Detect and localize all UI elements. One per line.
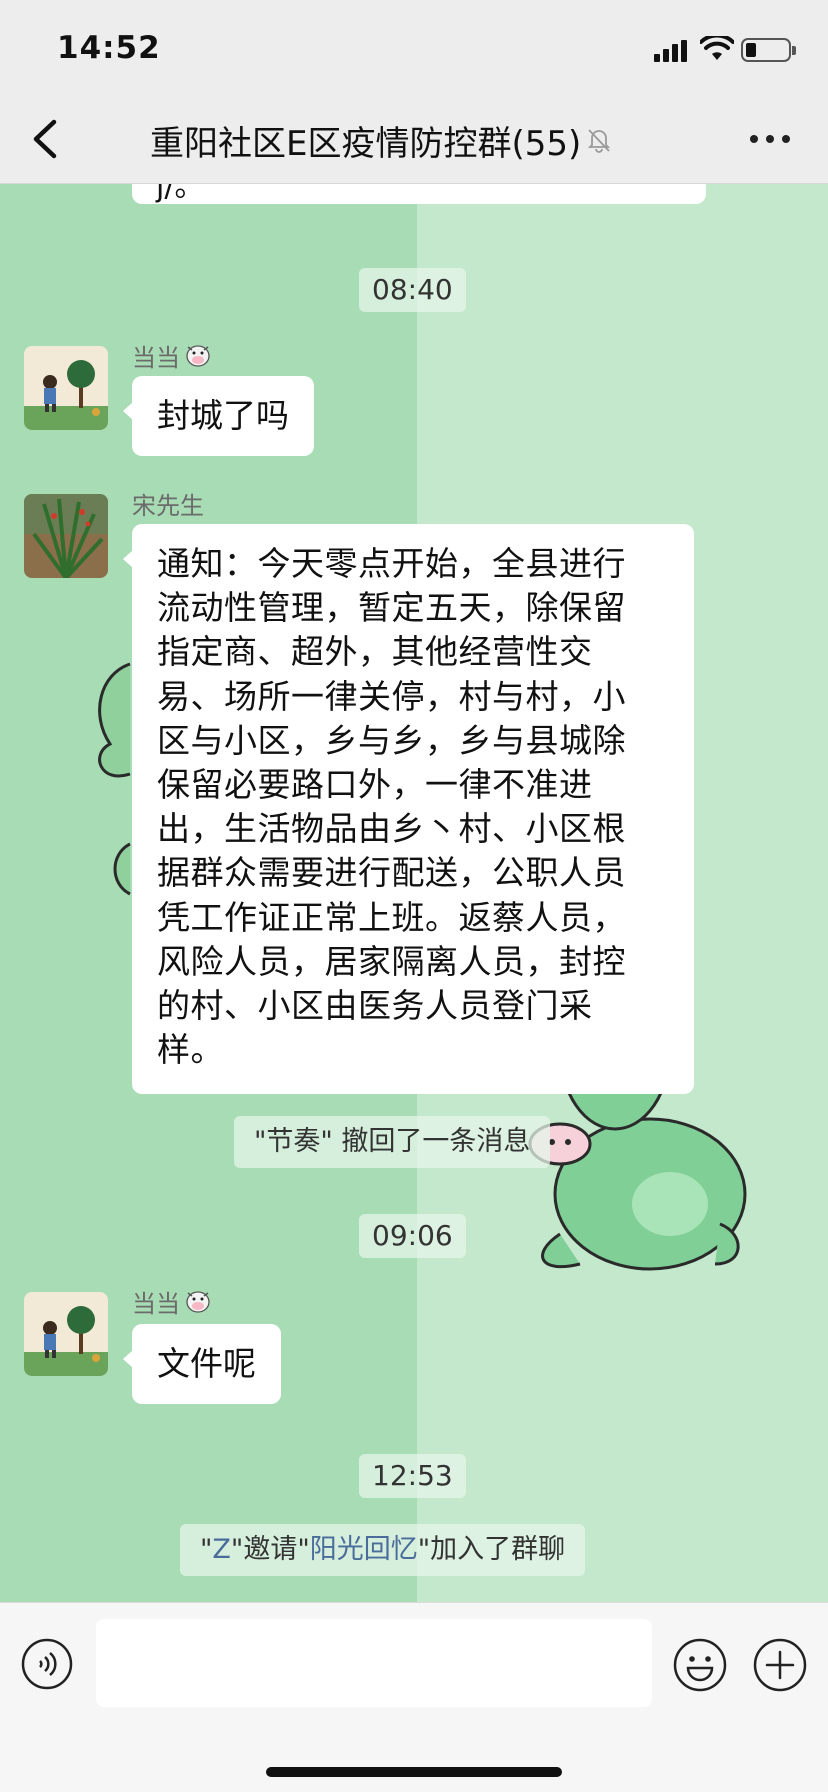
more-options-icon[interactable]	[748, 126, 792, 150]
status-bar: 14:52	[0, 0, 828, 96]
avatar-plant-photo-icon	[24, 494, 108, 578]
plus-icon[interactable]	[752, 1637, 808, 1693]
message-line: 易、场所一律关停，村与村，小	[157, 676, 626, 716]
voice-input-icon[interactable]	[20, 1637, 74, 1691]
chat-title-area[interactable]: 重阳社区E区疫情防控群(55)	[150, 118, 690, 164]
home-indicator[interactable]	[266, 1767, 562, 1777]
message-bubble[interactable]: 封城了吗	[123, 376, 314, 456]
message-line: 流动性管理，暂定五天，除保留	[157, 588, 626, 628]
sender-label: 当当	[132, 344, 180, 372]
cellular-signal-icon	[654, 40, 688, 62]
system-message-invite: "Z"邀请"阳光回忆"加入了群聊	[180, 1524, 586, 1576]
cow-icon	[186, 1290, 210, 1313]
avatar[interactable]	[24, 346, 108, 430]
message-line: 样。	[157, 1030, 224, 1070]
message-line: 凭工作证正常上班。返蔡人员，	[157, 897, 626, 937]
avatar[interactable]	[24, 494, 108, 578]
message-line: 指定商、超外，其他经营性交	[157, 632, 593, 672]
message-line: 的村、小区由医务人员登门采	[157, 986, 593, 1026]
nav-bar: 重阳社区E区疫情防控群(55)	[0, 96, 828, 184]
message-bubble-partial: j/。	[132, 184, 706, 204]
inviter-link[interactable]: Z	[212, 1534, 231, 1565]
sender-name: 当当	[132, 1284, 212, 1319]
back-chevron-icon[interactable]	[26, 114, 66, 164]
message-line: 通知：今天零点开始，全县进行	[157, 544, 626, 583]
sender-name: 当当	[132, 338, 212, 373]
invitee-link[interactable]: 阳光回忆	[310, 1534, 418, 1565]
timestamp: 08:40	[359, 268, 466, 312]
sender-label: 宋先生	[132, 492, 204, 520]
chat-title: 重阳社区E区疫情防控群(55)	[150, 123, 582, 164]
avatar-boy-tree-icon	[24, 1292, 108, 1376]
timestamp: 12:53	[359, 1454, 466, 1498]
mute-bell-icon	[588, 129, 611, 153]
sender-label: 当当	[132, 1290, 180, 1318]
message-bubble[interactable]: 通知：今天零点开始，全县进行 流动性管理，暂定五天，除保留 指定商、超外，其他经…	[123, 524, 694, 1095]
sender-name: 宋先生	[132, 486, 204, 521]
system-message-recalled: "节奏" 撤回了一条消息	[234, 1116, 551, 1168]
message-text: 文件呢	[157, 1344, 256, 1383]
message-line: 风险人员，居家隔离人员，封控	[157, 941, 626, 981]
input-bar	[0, 1602, 828, 1792]
avatar-boy-tree-icon	[24, 346, 108, 430]
quote-text: "	[200, 1534, 213, 1565]
joined-text: "加入了群聊	[417, 1534, 566, 1565]
message-line: 出，生活物品由乡丶村、小区根	[157, 809, 626, 849]
wifi-icon	[700, 36, 734, 60]
emoji-icon[interactable]	[672, 1637, 728, 1693]
cow-icon	[186, 344, 210, 367]
invite-text: "邀请"	[230, 1534, 310, 1565]
chat-area[interactable]: j/。 08:40 当当 封城了吗 宋先生 通知：今天零点开始，全县进行 流动性…	[0, 184, 828, 1602]
message-line: 据群众需要进行配送，公职人员	[157, 853, 626, 893]
message-line: 区与小区，乡与乡，乡与县城除	[157, 720, 626, 760]
message-text: j/。	[156, 184, 205, 204]
message-bubble[interactable]: 文件呢	[123, 1324, 281, 1404]
battery-icon	[741, 38, 796, 62]
timestamp: 09:06	[359, 1214, 466, 1258]
message-text: 封城了吗	[157, 396, 289, 435]
avatar[interactable]	[24, 1292, 108, 1376]
status-time: 14:52	[57, 30, 161, 66]
message-input[interactable]	[96, 1619, 652, 1707]
message-line: 保留必要路口外，一律不准进	[157, 765, 593, 805]
